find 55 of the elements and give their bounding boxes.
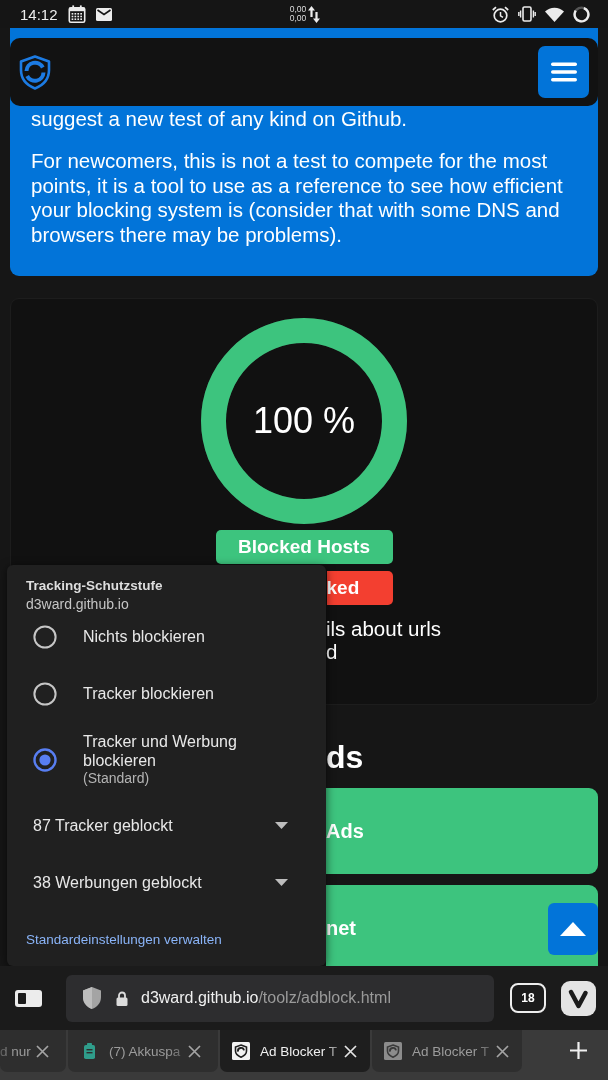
option-note: (Standard) [83, 770, 150, 787]
lock-icon [116, 990, 128, 1006]
caret-up-icon [560, 922, 586, 936]
tab-count-button[interactable]: 18 [510, 983, 546, 1013]
details-text: d [326, 640, 338, 663]
panel-toggle-icon[interactable] [15, 989, 42, 1007]
close-icon[interactable] [496, 1044, 509, 1058]
vibrate-icon [518, 6, 536, 22]
radio-icon[interactable] [33, 681, 57, 706]
close-icon[interactable] [36, 1044, 49, 1058]
address-field[interactable]: d3ward.github.io/toolz/adblock.html [66, 974, 494, 1022]
status-label: Blocked Hosts [215, 530, 393, 564]
status-label: ked [326, 571, 393, 605]
blocked-count-dropdown[interactable]: 38 Werbungen geblockt [7, 854, 326, 911]
option-label: Tracker blockieren [83, 684, 214, 703]
alarm-clock-icon [492, 5, 509, 23]
scroll-top-button[interactable] [548, 903, 598, 955]
url-text: d3ward.github.io/toolz/adblock.html [141, 989, 391, 1007]
shield-favicon-icon [384, 1042, 402, 1060]
battery-icon [84, 1043, 95, 1059]
browser-tab[interactable]: Ad Blocker T [372, 1030, 522, 1072]
blocked-count-dropdown[interactable]: 87 Tracker geblockt [7, 797, 326, 854]
radio-icon[interactable] [33, 624, 57, 649]
browser-tab[interactable]: Ad Blocker T [220, 1030, 370, 1072]
menu-icon [550, 62, 577, 82]
percent-text: 100 % [252, 400, 356, 442]
popup-title: Tracking-Schutzstufe [26, 577, 163, 594]
shield-favicon-icon [232, 1042, 250, 1060]
calendar-icon [67, 5, 86, 23]
test-card-title: Ads [326, 819, 364, 843]
test-card-title: net [326, 916, 356, 940]
shield-icon[interactable] [82, 986, 102, 1010]
section-heading: ds [326, 738, 364, 776]
clock-time: 14:12 [20, 5, 58, 23]
site-domain: d3ward.github.io [26, 596, 129, 613]
v-logo-icon[interactable] [561, 980, 596, 1016]
plus-icon[interactable] [570, 1042, 587, 1059]
data-rate-text: 0,00 [289, 5, 307, 14]
browser-tab[interactable]: d nur [0, 1030, 66, 1072]
radio-icon[interactable] [33, 747, 57, 772]
mail-icon [95, 7, 112, 21]
intro-paragraph: For newcomers, this is not a test to compete for the most points, it is a tool to use as a reference to see how efficient your blocking system is (consider that with some DNS and browsers there may be problems). [31, 149, 564, 247]
details-text: ils about urls [326, 617, 442, 640]
option-label: Tracker und Werbung blockieren [83, 732, 238, 770]
intro-text: suggest a new test of any kind on Github. [31, 107, 409, 131]
data-rate-text: 0,00 [289, 14, 307, 23]
shield-logo-icon[interactable] [19, 54, 51, 90]
browser-tab[interactable]: (7) Akkuspa [68, 1030, 218, 1072]
wifi-icon [545, 6, 564, 22]
up-down-arrows-icon [308, 5, 321, 23]
option-label: Nichts blockieren [83, 627, 205, 646]
manage-defaults-link[interactable]: Standardeinstellungen verwalten [26, 932, 222, 947]
close-icon[interactable] [188, 1044, 201, 1058]
menu-button[interactable] [538, 46, 589, 98]
ring-icon [573, 5, 590, 23]
